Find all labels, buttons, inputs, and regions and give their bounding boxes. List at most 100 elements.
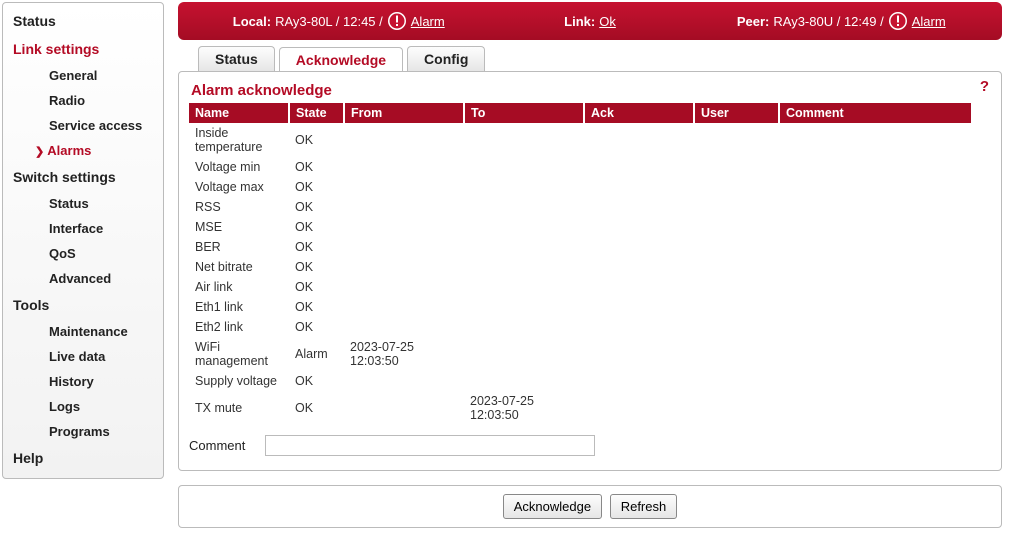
cell-ack xyxy=(584,317,694,337)
cell-comment xyxy=(779,257,971,277)
cell-name: Eth1 link xyxy=(189,297,289,317)
cell-state: OK xyxy=(289,371,344,391)
col-ack: Ack xyxy=(584,103,694,123)
cell-to xyxy=(464,197,584,217)
nav-history[interactable]: History xyxy=(3,369,163,394)
cell-from xyxy=(344,391,464,425)
nav-radio[interactable]: Radio xyxy=(3,88,163,113)
cell-to xyxy=(464,317,584,337)
nav-interface[interactable]: Interface xyxy=(3,216,163,241)
cell-name: WiFi management xyxy=(189,337,289,371)
table-row: RSSOK xyxy=(189,197,971,217)
nav-alarms[interactable]: Alarms xyxy=(3,138,163,163)
cell-state: OK xyxy=(289,297,344,317)
cell-state: OK xyxy=(289,277,344,297)
cell-comment xyxy=(779,237,971,257)
cell-state: OK xyxy=(289,123,344,157)
cell-user xyxy=(694,277,779,297)
cell-user xyxy=(694,177,779,197)
cell-ack xyxy=(584,177,694,197)
nav-advanced[interactable]: Advanced xyxy=(3,266,163,291)
col-to: To xyxy=(464,103,584,123)
link-label: Link: xyxy=(564,14,595,29)
cell-ack xyxy=(584,297,694,317)
cell-name: Voltage max xyxy=(189,177,289,197)
acknowledge-button[interactable]: Acknowledge xyxy=(503,494,602,519)
table-row: Eth1 linkOK xyxy=(189,297,971,317)
nav-programs[interactable]: Programs xyxy=(3,419,163,444)
cell-to xyxy=(464,277,584,297)
cell-ack xyxy=(584,337,694,371)
cell-comment xyxy=(779,297,971,317)
cell-to xyxy=(464,177,584,197)
cell-to xyxy=(464,237,584,257)
cell-to xyxy=(464,123,584,157)
cell-comment xyxy=(779,123,971,157)
cell-name: TX mute xyxy=(189,391,289,425)
cell-to xyxy=(464,297,584,317)
cell-from xyxy=(344,237,464,257)
nav-live-data[interactable]: Live data xyxy=(3,344,163,369)
cell-comment xyxy=(779,217,971,237)
nav-tools[interactable]: Tools xyxy=(3,291,163,319)
nav-link-settings[interactable]: Link settings xyxy=(3,35,163,63)
cell-from xyxy=(344,157,464,177)
tab-status[interactable]: Status xyxy=(198,46,275,71)
cell-user xyxy=(694,123,779,157)
cell-name: Air link xyxy=(189,277,289,297)
tab-acknowledge[interactable]: Acknowledge xyxy=(279,47,403,72)
cell-comment xyxy=(779,177,971,197)
cell-comment xyxy=(779,157,971,177)
col-from: From xyxy=(344,103,464,123)
sidebar: Status Link settings General Radio Servi… xyxy=(2,2,164,479)
cell-from xyxy=(344,217,464,237)
cell-state: OK xyxy=(289,237,344,257)
nav-switch-status[interactable]: Status xyxy=(3,191,163,216)
table-row: BEROK xyxy=(189,237,971,257)
cell-user xyxy=(694,297,779,317)
cell-comment xyxy=(779,317,971,337)
nav-service-access[interactable]: Service access xyxy=(3,113,163,138)
cell-name: Voltage min xyxy=(189,157,289,177)
nav-switch-settings[interactable]: Switch settings xyxy=(3,163,163,191)
cell-comment xyxy=(779,371,971,391)
status-bar: Local: RAy3-80L / 12:45 / Alarm Link: Ok… xyxy=(178,2,1002,40)
cell-to xyxy=(464,257,584,277)
table-header-row: Name State From To Ack User Comment xyxy=(189,103,971,123)
cell-state: OK xyxy=(289,317,344,337)
cell-from xyxy=(344,123,464,157)
cell-to xyxy=(464,217,584,237)
link-value[interactable]: Ok xyxy=(599,14,616,29)
tab-config[interactable]: Config xyxy=(407,46,485,71)
cell-from xyxy=(344,277,464,297)
local-alarm-link[interactable]: Alarm xyxy=(411,14,445,29)
cell-to xyxy=(464,157,584,177)
cell-comment xyxy=(779,337,971,371)
cell-user xyxy=(694,237,779,257)
nav-maintenance[interactable]: Maintenance xyxy=(3,319,163,344)
col-name: Name xyxy=(189,103,289,123)
nav-status[interactable]: Status xyxy=(3,7,163,35)
alarm-icon xyxy=(387,11,407,31)
cell-name: Inside temperature xyxy=(189,123,289,157)
cell-user xyxy=(694,257,779,277)
refresh-button[interactable]: Refresh xyxy=(610,494,678,519)
cell-name: Net bitrate xyxy=(189,257,289,277)
cell-state: OK xyxy=(289,197,344,217)
nav-help[interactable]: Help xyxy=(3,444,163,472)
nav-general[interactable]: General xyxy=(3,63,163,88)
cell-ack xyxy=(584,257,694,277)
tabs: Status Acknowledge Config xyxy=(178,46,1002,71)
col-user: User xyxy=(694,103,779,123)
cell-to xyxy=(464,371,584,391)
comment-input[interactable] xyxy=(265,435,595,456)
cell-to: 2023-07-25 12:03:50 xyxy=(464,391,584,425)
peer-label: Peer: xyxy=(737,14,770,29)
nav-qos[interactable]: QoS xyxy=(3,241,163,266)
col-state: State xyxy=(289,103,344,123)
cell-user xyxy=(694,217,779,237)
nav-logs[interactable]: Logs xyxy=(3,394,163,419)
help-icon[interactable]: ? xyxy=(980,78,989,95)
peer-alarm-link[interactable]: Alarm xyxy=(912,14,946,29)
cell-from xyxy=(344,297,464,317)
